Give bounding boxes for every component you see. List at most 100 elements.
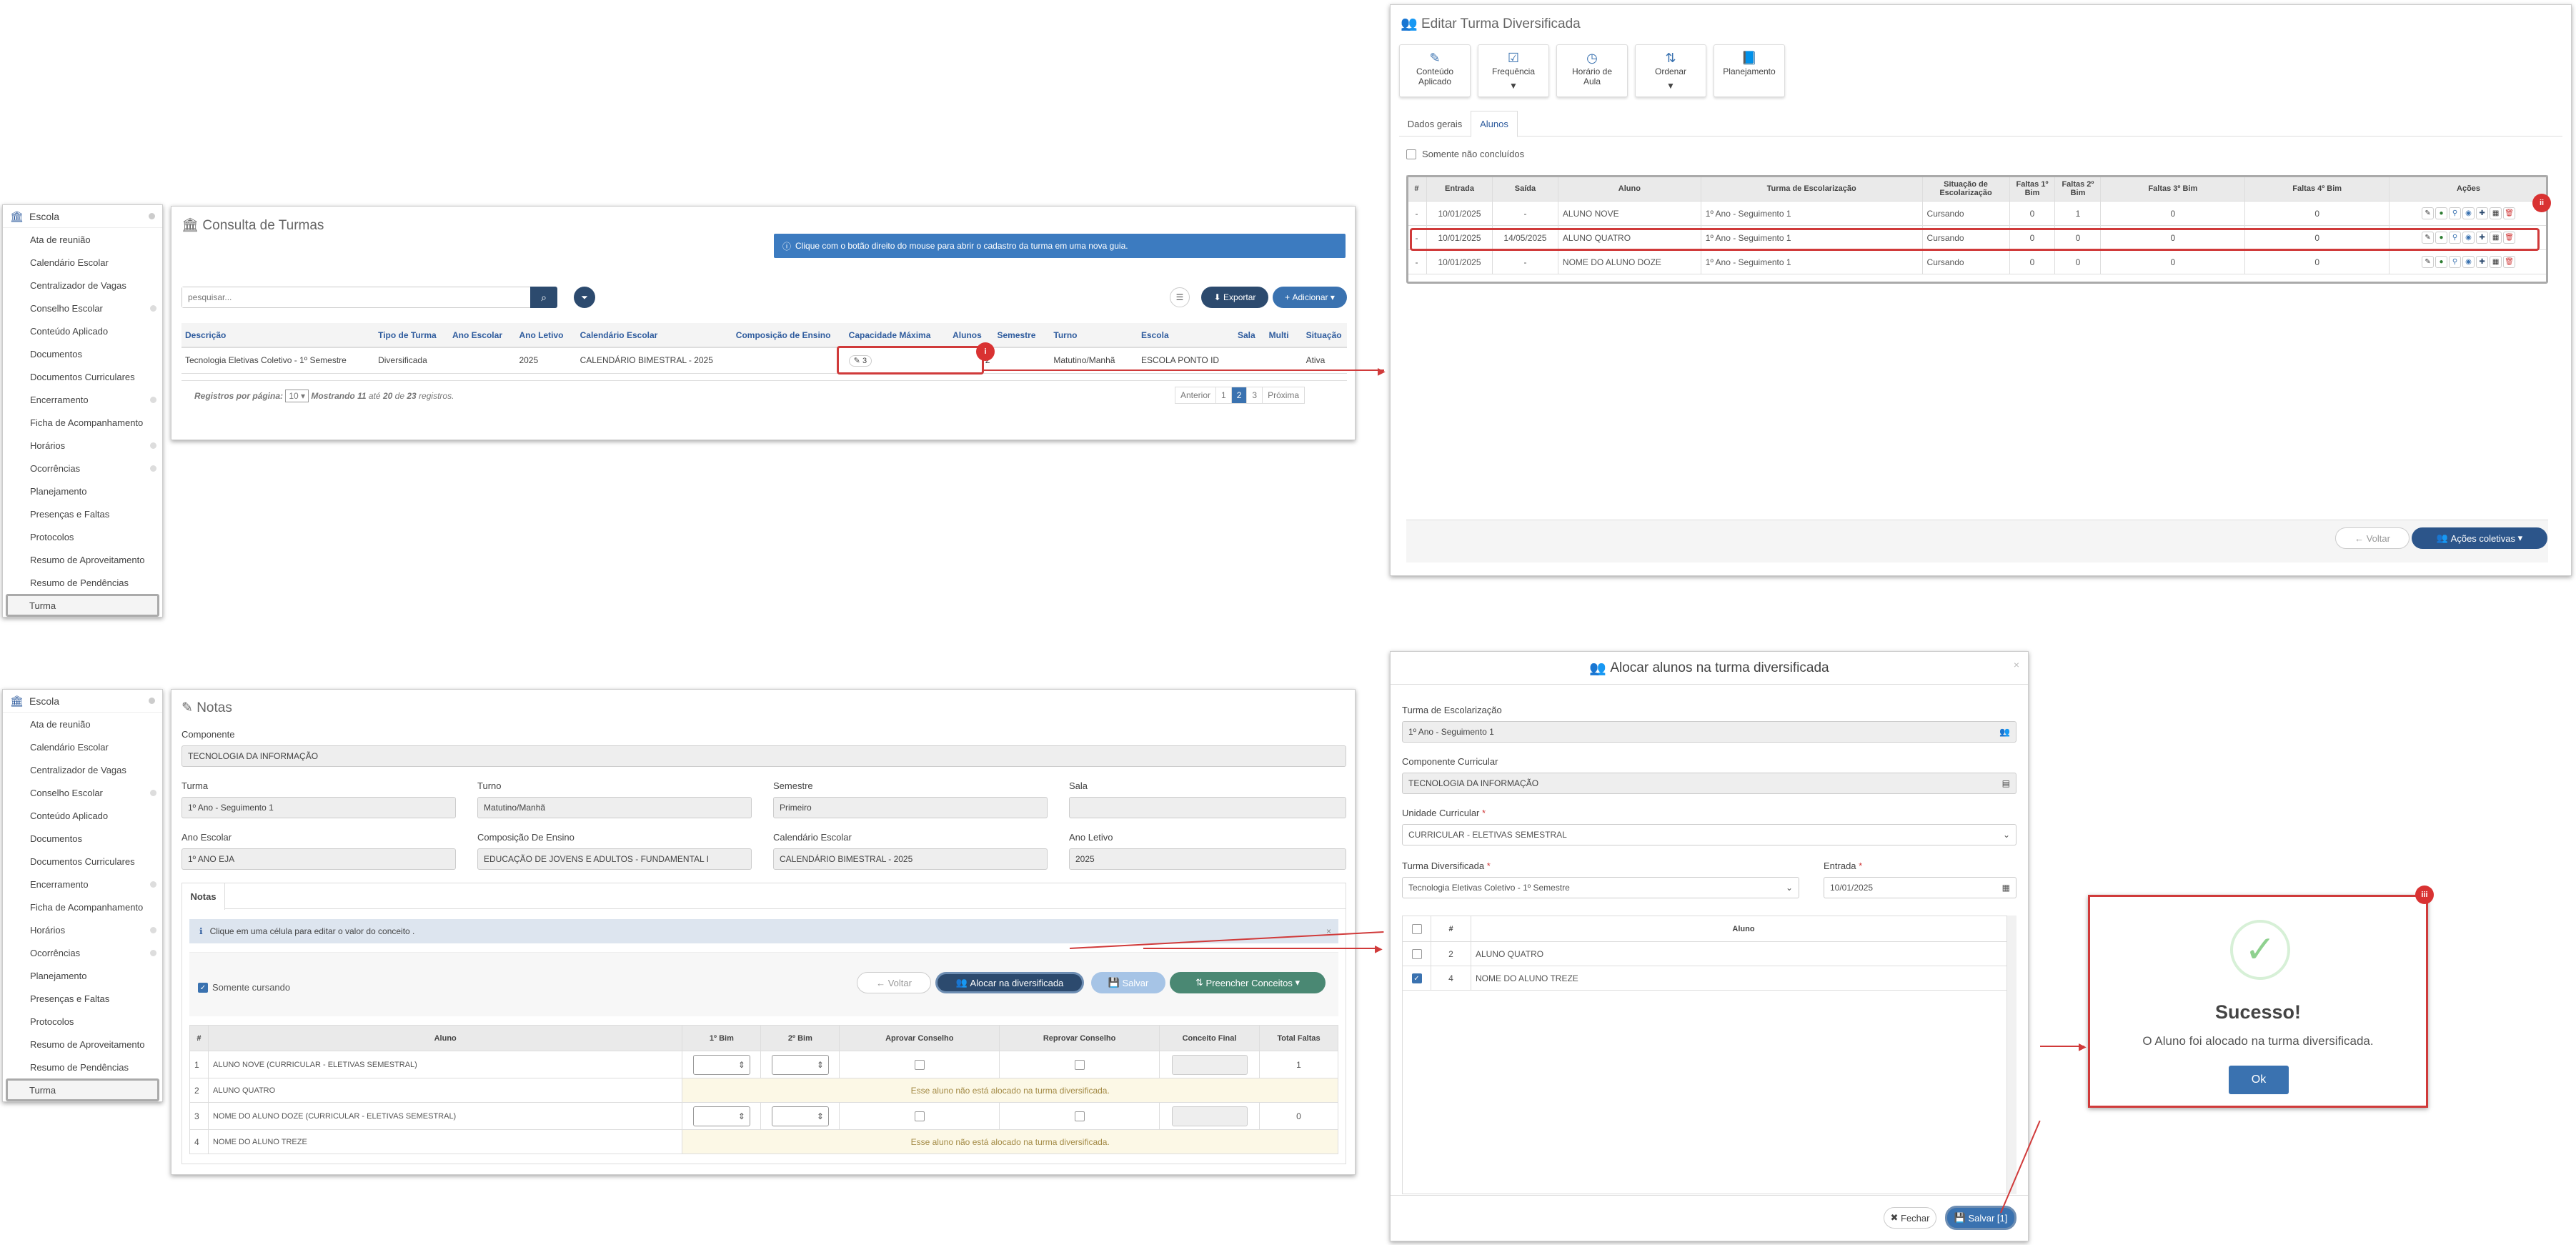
column-header[interactable]: Tipo de Turma: [374, 323, 449, 348]
sidebar-item[interactable]: Ficha de Acompanhamento: [3, 896, 162, 918]
sidebar-item[interactable]: Resumo de Pendências: [3, 1056, 162, 1078]
sidebar-item[interactable]: Turma: [6, 594, 159, 617]
sidebar-item[interactable]: Encerramento: [3, 388, 162, 411]
column-header[interactable]: Multi: [1265, 323, 1303, 348]
sidebar-item[interactable]: Horários: [3, 918, 162, 941]
column-header[interactable]: Situação: [1302, 323, 1347, 348]
sidebar-header[interactable]: 🏛 Escola: [3, 205, 162, 228]
filter-button[interactable]: ⏷: [574, 287, 595, 308]
toolbar-conteudo[interactable]: ✎ Conteúdo Aplicado: [1399, 44, 1471, 97]
page-link[interactable]: Anterior: [1175, 387, 1217, 404]
table-row[interactable]: 4 NOME DO ALUNO TREZE Esse aluno não está …: [189, 1129, 1338, 1154]
table-row[interactable]: 1 ALUNO NOVE (CURRICULAR - ELETIVAS SEMES…: [189, 1051, 1339, 1078]
sidebar-item[interactable]: Resumo de Aproveitamento: [3, 548, 162, 571]
close-icon[interactable]: ×: [2014, 659, 2019, 670]
columns-button[interactable]: ☰: [1170, 287, 1190, 307]
alocar-diversificada-button[interactable]: 👥 Alocar na diversificada: [935, 972, 1084, 993]
page-link[interactable]: 1: [1215, 387, 1232, 404]
column-header[interactable]: Composição de Ensino: [732, 323, 845, 348]
search-field[interactable]: [182, 287, 547, 307]
column-header[interactable]: Turno: [1050, 323, 1138, 348]
column-header[interactable]: Semestre: [993, 323, 1050, 348]
sidebar-item[interactable]: Resumo de Pendências: [3, 571, 162, 594]
conceito-input[interactable]: [1171, 1106, 1248, 1126]
back-button[interactable]: ← Voltar: [857, 972, 931, 993]
sidebar-item[interactable]: Horários: [3, 434, 162, 457]
column-header[interactable]: 2º Bim: [760, 1025, 840, 1051]
filter-nao-concluidos[interactable]: Somente não concluídos: [1406, 149, 1524, 159]
grade-select[interactable]: ⇕: [692, 1106, 750, 1126]
column-header[interactable]: Escola: [1137, 323, 1234, 348]
checkbox[interactable]: [1406, 149, 1416, 159]
salvar-alocar-button[interactable]: 💾 Salvar [1]: [1945, 1206, 2016, 1230]
toolbar-horario[interactable]: ◷ Horário de Aula: [1556, 44, 1628, 97]
tab-notas[interactable]: Notas: [182, 883, 225, 910]
entrada-date-field[interactable]: 10/01/2025 ▦: [1824, 877, 2016, 898]
toolbar-planejamento[interactable]: 📘 Planejamento: [1714, 44, 1785, 97]
sidebar-item[interactable]: Turma: [6, 1078, 159, 1101]
toolbar-frequencia[interactable]: ☑ Frequência ▼: [1478, 44, 1549, 97]
search-button[interactable]: ⌕: [530, 287, 557, 308]
grade-select[interactable]: ⇕: [771, 1054, 829, 1075]
acoes-coletivas-button[interactable]: 👥 Ações coletivas ▾: [2412, 527, 2547, 549]
sidebar-item[interactable]: Encerramento: [3, 873, 162, 896]
preencher-conceitos-button[interactable]: ⇅ Preencher Conceitos ▾: [1170, 972, 1326, 993]
sidebar-item[interactable]: Documentos: [3, 342, 162, 365]
grade-select[interactable]: ⇕: [771, 1106, 829, 1126]
checkbox[interactable]: [1074, 1059, 1085, 1070]
column-header[interactable]: #: [189, 1025, 209, 1051]
sidebar-item[interactable]: Conteúdo Aplicado: [3, 804, 162, 827]
sidebar-item[interactable]: Ata de reunião: [3, 228, 162, 251]
sidebar-item[interactable]: Centralizador de Vagas: [3, 274, 162, 297]
checkbox-checked[interactable]: ✓: [198, 982, 208, 993]
add-button[interactable]: + Adicionar ▾: [1273, 287, 1347, 308]
ok-button[interactable]: Ok: [2229, 1066, 2289, 1094]
sidebar-item[interactable]: Protocolos: [3, 525, 162, 548]
sidebar-header[interactable]: 🏛 Escola: [3, 690, 162, 713]
column-header[interactable]: Descrição: [181, 323, 375, 348]
sidebar-item[interactable]: Calendário Escolar: [3, 251, 162, 274]
search-input[interactable]: [181, 287, 547, 308]
sidebar-item[interactable]: Ocorrências: [3, 941, 162, 964]
per-page-select[interactable]: 10 ▾: [285, 389, 309, 402]
sidebar-item[interactable]: Ficha de Acompanhamento: [3, 411, 162, 434]
column-header[interactable]: Aprovar Conselho: [839, 1025, 1000, 1051]
turma-diversificada-select[interactable]: Tecnologia Eletivas Coletivo - 1º Semest…: [1402, 877, 1799, 898]
grade-select[interactable]: ⇕: [692, 1054, 750, 1075]
column-header[interactable]: Aluno: [207, 1025, 683, 1051]
page-link[interactable]: 3: [1246, 387, 1263, 404]
column-header[interactable]: Ano Letivo: [515, 323, 577, 348]
checkbox[interactable]: [914, 1111, 925, 1121]
back-button[interactable]: ← Voltar: [2335, 527, 2410, 549]
conceito-input[interactable]: [1171, 1054, 1248, 1075]
column-header[interactable]: Calendário Escolar: [576, 323, 732, 348]
column-header[interactable]: Sala: [1234, 323, 1265, 348]
sidebar-item[interactable]: Conselho Escolar: [3, 297, 162, 319]
salvar-button[interactable]: 💾 Salvar: [1091, 972, 1165, 993]
sidebar-item[interactable]: Ocorrências: [3, 457, 162, 480]
sidebar-item[interactable]: Conteúdo Aplicado: [3, 319, 162, 342]
tab-alunos[interactable]: Alunos: [1471, 111, 1518, 137]
checkbox[interactable]: [1074, 1111, 1085, 1121]
page-link[interactable]: Próxima: [1262, 387, 1306, 404]
sidebar-item[interactable]: Conselho Escolar: [3, 781, 162, 804]
checkbox[interactable]: [914, 1059, 925, 1070]
scrollbar[interactable]: [2006, 916, 2016, 1194]
unidade-curricular-select[interactable]: CURRICULAR - ELETIVAS SEMESTRAL ⌄: [1402, 824, 2016, 845]
sidebar-item[interactable]: Documentos Curriculares: [3, 365, 162, 388]
table-row[interactable]: 2 ALUNO QUATRO Esse aluno não está alocado…: [189, 1078, 1338, 1103]
tab-dados-gerais[interactable]: Dados gerais: [1399, 111, 1471, 137]
page-link[interactable]: 2: [1230, 387, 1248, 404]
column-header[interactable]: Ano Escolar: [448, 323, 516, 348]
column-header[interactable]: Conceito Final: [1159, 1025, 1260, 1051]
fechar-button[interactable]: ✖ Fechar: [1884, 1207, 1936, 1229]
sidebar-item[interactable]: Ata de reunião: [3, 713, 162, 735]
sidebar-item[interactable]: Planejamento: [3, 480, 162, 502]
toolbar-ordenar[interactable]: ⇅ Ordenar ▼: [1635, 44, 1706, 97]
sidebar-item[interactable]: Documentos: [3, 827, 162, 850]
sidebar-item[interactable]: Presenças e Faltas: [3, 502, 162, 525]
column-header[interactable]: 1º Bim: [682, 1025, 762, 1051]
sidebar-item[interactable]: Planejamento: [3, 964, 162, 987]
sidebar-item[interactable]: Documentos Curriculares: [3, 850, 162, 873]
sidebar-item[interactable]: Centralizador de Vagas: [3, 758, 162, 781]
